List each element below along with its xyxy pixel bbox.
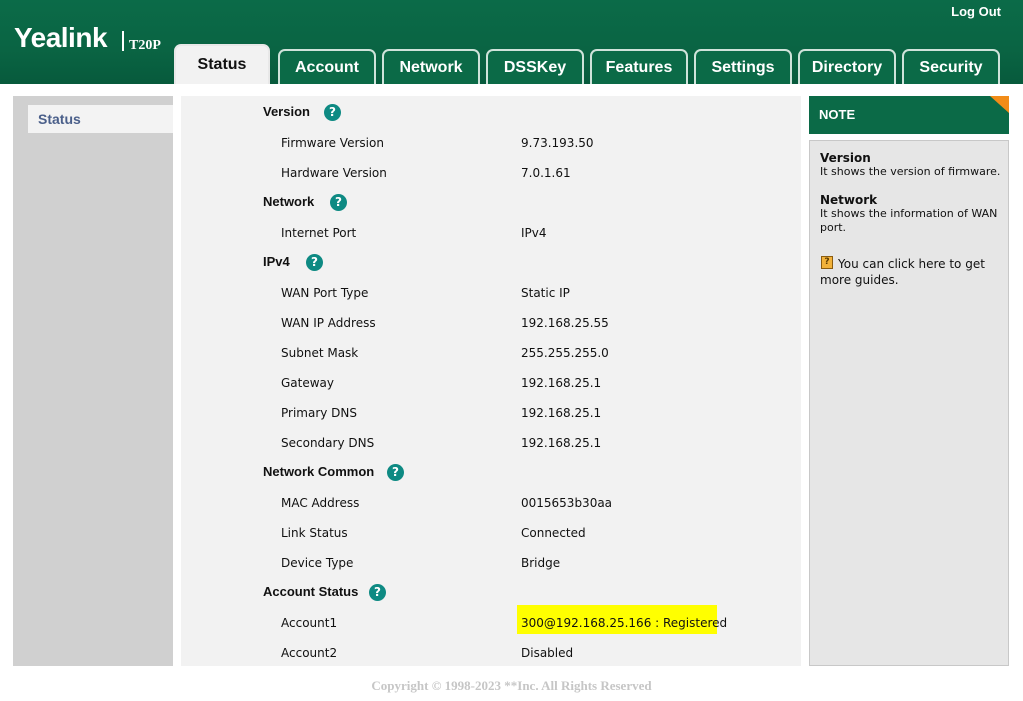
note-title: NOTE — [819, 107, 856, 122]
account1-status: 300@192.168.25.166 : Registered — [521, 616, 728, 630]
row-value: Bridge — [521, 556, 561, 570]
tab-network[interactable]: Network — [382, 49, 480, 84]
row-value: 192.168.25.1 — [521, 406, 602, 420]
section-title-network: Network — [263, 194, 315, 209]
row-label: Internet Port — [281, 226, 357, 240]
logout-link[interactable]: Log Out — [951, 4, 1001, 19]
help-icon[interactable]: ? — [330, 194, 347, 211]
row-label: Account1 — [281, 616, 338, 630]
row-value: Connected — [521, 526, 586, 540]
corner-fold-icon — [990, 96, 1009, 113]
row-value: 0015653b30aa — [521, 496, 613, 510]
tab-account[interactable]: Account — [278, 49, 376, 84]
row-value: 192.168.25.55 — [521, 316, 609, 330]
tab-settings[interactable]: Settings — [694, 49, 792, 84]
status-panel — [181, 96, 801, 666]
more-guides-link[interactable]: You can click here to get more guides. — [820, 256, 1005, 288]
row-label: WAN IP Address — [281, 316, 376, 330]
model-name: T20P — [129, 38, 161, 53]
row-value: IPv4 — [521, 226, 547, 240]
logo-divider — [122, 31, 124, 51]
row-label: Primary DNS — [281, 406, 358, 420]
brand-logo: Yealink — [14, 22, 108, 53]
row-label: Firmware Version — [281, 136, 384, 150]
account2-status: Disabled — [521, 646, 574, 660]
tab-status[interactable]: Status — [174, 44, 270, 84]
row-label: MAC Address — [281, 496, 360, 510]
section-title-network-common: Network Common — [263, 464, 375, 479]
section-title-ipv4: IPv4 — [263, 254, 290, 269]
row-value: 192.168.25.1 — [521, 376, 602, 390]
row-label: Link Status — [281, 526, 348, 540]
note-item-text: It shows the information of WAN port. — [820, 207, 998, 234]
row-label: Gateway — [281, 376, 335, 390]
row-value: 255.255.255.0 — [521, 346, 609, 360]
section-title-account-status: Account Status — [263, 584, 359, 599]
help-icon[interactable]: ? — [324, 104, 341, 121]
tab-directory[interactable]: Directory — [798, 49, 896, 84]
row-value: Static IP — [521, 286, 570, 300]
help-icon[interactable]: ? — [387, 464, 404, 481]
row-label: Hardware Version — [281, 166, 387, 180]
note-item-text: It shows the version of firmware. — [820, 165, 1001, 178]
sidebar — [13, 96, 173, 666]
help-icon[interactable]: ? — [306, 254, 323, 271]
help-icon[interactable]: ? — [369, 584, 386, 601]
tab-features[interactable]: Features — [590, 49, 688, 84]
note-header: NOTE — [809, 96, 1009, 134]
header-bar: Yealink T20P Log Out Status Account Netw… — [0, 0, 1023, 84]
row-label: Account2 — [281, 646, 338, 660]
row-value: 192.168.25.1 — [521, 436, 602, 450]
sidebar-item-status[interactable]: Status — [28, 105, 173, 133]
row-label: Device Type — [281, 556, 354, 570]
row-label: WAN Port Type — [281, 286, 369, 300]
section-title-version: Version — [263, 104, 310, 119]
tab-dsskey[interactable]: DSSKey — [486, 49, 584, 84]
note-item-title: Network — [820, 193, 878, 207]
guide-book-icon[interactable]: ? — [821, 256, 833, 269]
row-label: Subnet Mask — [281, 346, 359, 360]
copyright-footer: Copyright © 1998-2023 **Inc. All Rights … — [371, 678, 652, 693]
row-value: 7.0.1.61 — [521, 166, 571, 180]
row-value: 9.73.193.50 — [521, 136, 594, 150]
note-item-title: Version — [820, 151, 871, 165]
row-label: Secondary DNS — [281, 436, 375, 450]
tab-security[interactable]: Security — [902, 49, 1000, 84]
